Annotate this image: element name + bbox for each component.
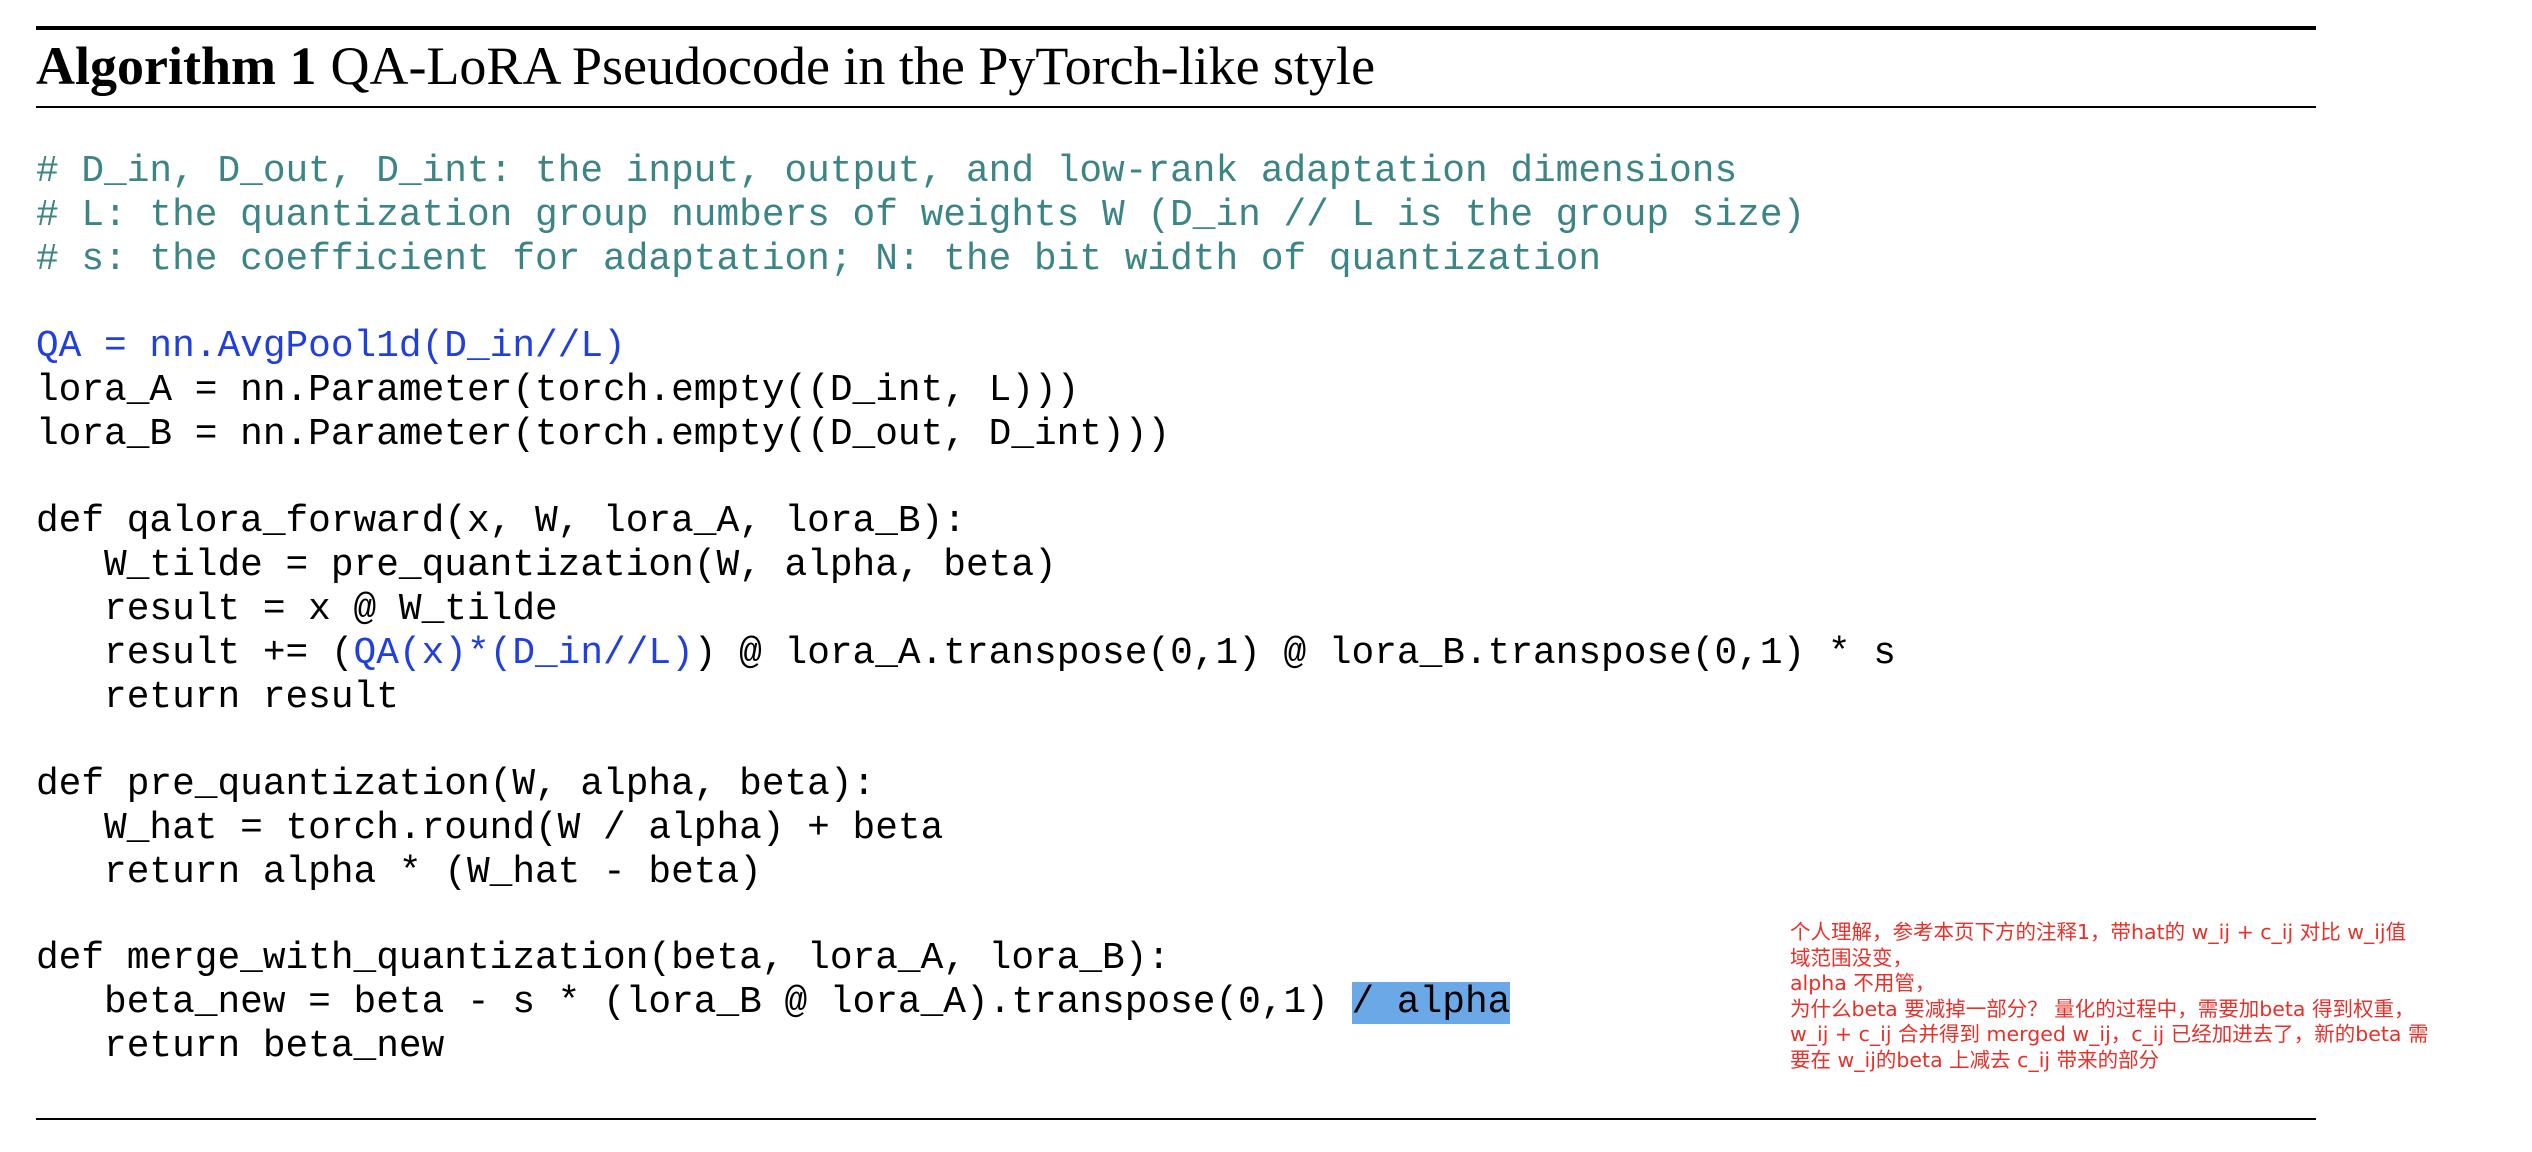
text-selection-highlight[interactable]: / alpha — [1351, 982, 1511, 1024]
annotation-line: 个人理解，参考本页下方的注释1，带hat的 w_ij + c_ij 对比 w_i… — [1790, 920, 2407, 944]
annotation-line: 为什么beta 要减掉一部分？ 量化的过程中，需要加beta 得到权重， — [1790, 996, 2415, 1021]
annotation-line: w_ij + c_ij 合并得到 merged w_ij，c_ij 已经加进去了… — [1790, 1022, 2429, 1047]
algorithm-label: Algorithm — [36, 36, 276, 96]
code-line-lora-b-def: lora_B = nn.Parameter(torch.empty((D_out… — [36, 414, 1171, 456]
bottom-rule — [36, 1118, 2316, 1120]
code-comment-dimensions: # D_in, D_out, D_int: the input, output,… — [36, 151, 1738, 193]
code-line-forward-return: return result — [36, 677, 399, 719]
code-line-qa-def: QA = nn.AvgPool1d(D_in//L) — [36, 326, 626, 368]
code-segment: result += ( — [36, 633, 354, 675]
code-segment-qa-call: QA(x)*(D_in//L) — [353, 633, 694, 675]
code-line-forward-adapt: result += (QA(x)*(D_in//L)) @ lora_A.tra… — [36, 632, 1896, 676]
code-line-merge-return: return beta_new — [36, 1026, 445, 1068]
code-line-forward-wtilde: W_tilde = pre_quantization(W, alpha, bet… — [36, 545, 1057, 587]
algorithm-title: QA-LoRA Pseudocode in the PyTorch-like s… — [330, 36, 1376, 96]
code-segment: ) @ lora_A.transpose(0,1) @ lora_B.trans… — [693, 633, 1896, 675]
annotation-line: alpha 不用管， — [1790, 971, 1936, 996]
code-line-prequant-return: return alpha * (W_hat - beta) — [36, 852, 762, 894]
code-line-forward-signature: def qalora_forward(x, W, lora_A, lora_B)… — [36, 501, 966, 543]
algorithm-number: 1 — [289, 36, 317, 96]
code-line-merge-betanew: beta_new = beta - s * (lora_B @ lora_A).… — [36, 981, 1511, 1025]
code-line-prequant-what: W_hat = torch.round(W / alpha) + beta — [36, 808, 944, 850]
annotation-line: 域范围没变， — [1790, 945, 1913, 970]
annotation-line: 要在 w_ij的beta 上减去 c_ij 带来的部分 — [1790, 1047, 2160, 1072]
code-line-lora-a-def: lora_A = nn.Parameter(torch.empty((D_int… — [36, 370, 1080, 412]
code-comment-groups: # L: the quantization group numbers of w… — [36, 195, 1806, 237]
code-segment: beta_new = beta - s * (lora_B @ lora_A).… — [36, 982, 1352, 1024]
algorithm-caption: Algorithm 1 QA-LoRA Pseudocode in the PyT… — [36, 30, 1375, 102]
code-line-prequant-signature: def pre_quantization(W, alpha, beta): — [36, 764, 876, 806]
annotation-note: 个人理解，参考本页下方的注释1，带hat的 w_ij + c_ij 对比 w_i… — [1790, 920, 2510, 1074]
code-line-forward-result: result = x @ W_tilde — [36, 589, 558, 631]
code-comment-coefficients: # s: the coefficient for adaptation; N: … — [36, 239, 1602, 281]
caption-rule — [36, 106, 2316, 108]
code-line-merge-signature: def merge_with_quantization(beta, lora_A… — [36, 938, 1171, 980]
